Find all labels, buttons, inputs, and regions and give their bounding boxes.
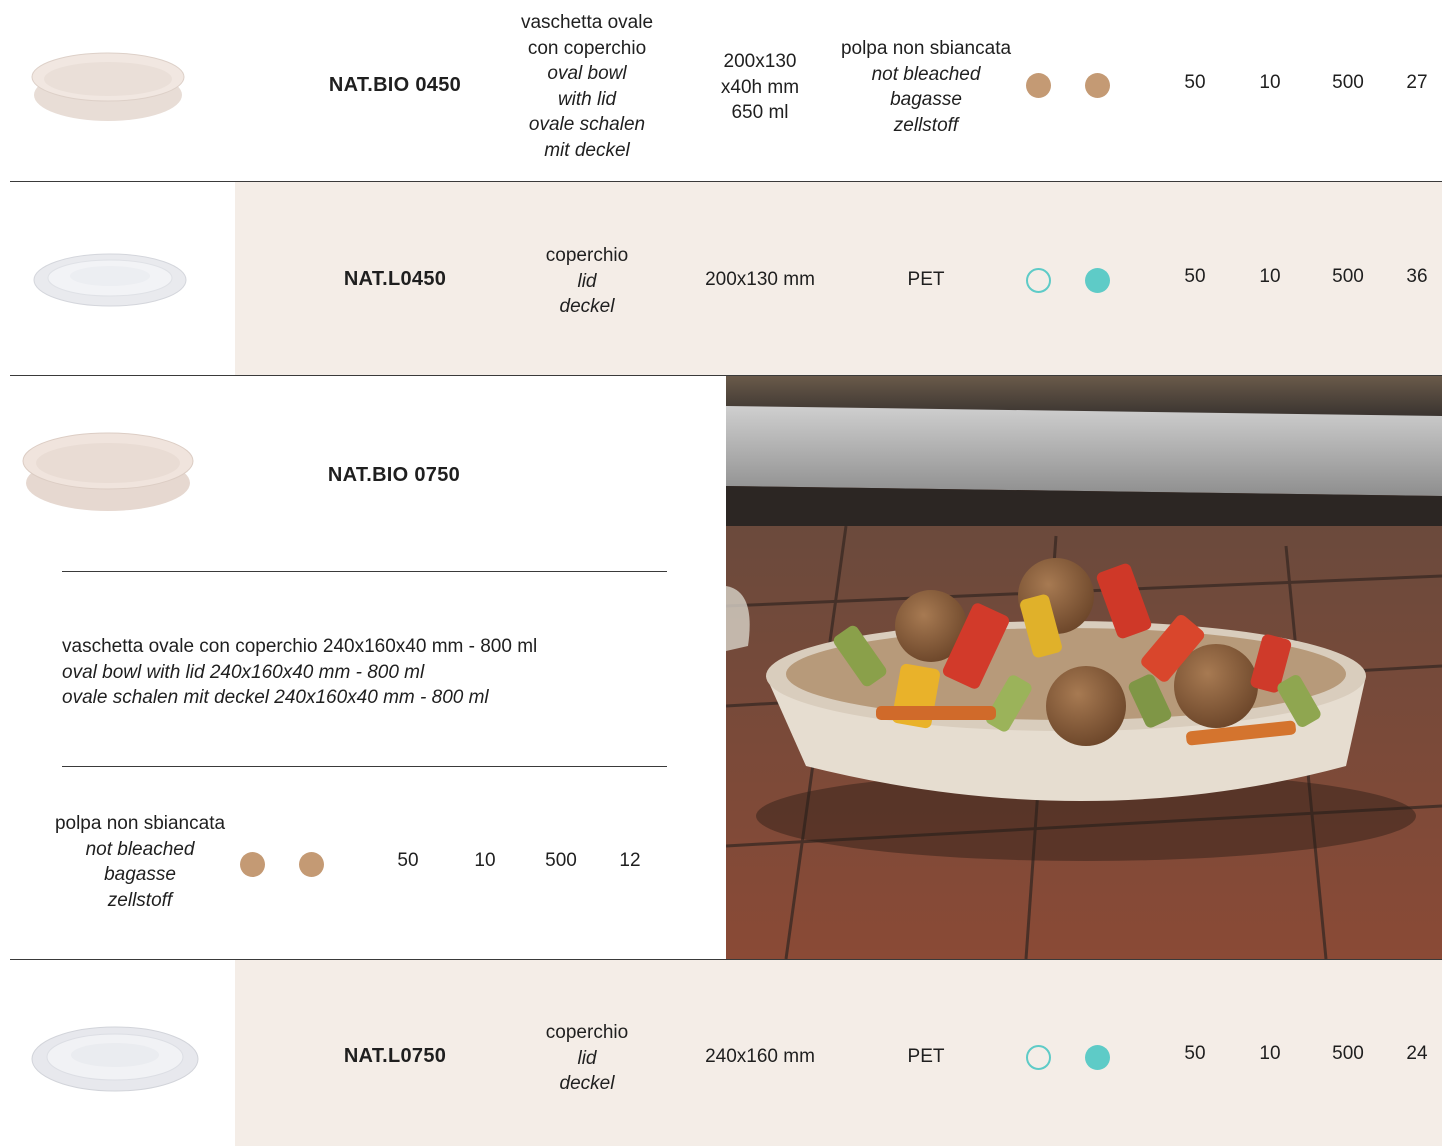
pack-quantity: 50 <box>397 850 419 871</box>
pallet-count: 24 <box>1406 1043 1428 1064</box>
pack-count: 10 <box>1259 1043 1281 1064</box>
product-code: NAT.L0450 <box>343 268 447 290</box>
product-size: 200x130 mm <box>705 269 815 290</box>
product-image-lid <box>28 1015 203 1100</box>
product-code: NAT.BIO 0450 <box>328 74 462 96</box>
brown-dot-icon <box>1085 73 1110 98</box>
divider <box>62 571 667 572</box>
teal-ring-icon <box>1026 268 1051 293</box>
pack-quantity: 50 <box>1184 1043 1206 1064</box>
divider <box>62 766 667 767</box>
product-image-lid <box>30 243 190 313</box>
product-description: coperchio lid deckel <box>545 245 629 318</box>
pack-count: 10 <box>1259 72 1281 93</box>
product-description: vaschetta ovale con coperchio 240x160x40… <box>62 636 538 709</box>
food-photo <box>726 376 1442 959</box>
pallet-count: 36 <box>1406 266 1428 287</box>
product-code: NAT.L0750 <box>343 1045 447 1067</box>
total-quantity: 500 <box>1332 266 1364 287</box>
teal-dot-icon <box>1085 1045 1110 1070</box>
teal-dot-icon <box>1085 268 1110 293</box>
pack-quantity: 50 <box>1184 266 1206 287</box>
divider <box>10 181 1442 182</box>
pack-count: 10 <box>474 850 496 871</box>
product-material: PET <box>907 269 945 290</box>
product-description: vaschetta ovale con coperchio oval bowl … <box>520 12 654 161</box>
product-material: PET <box>907 1046 945 1067</box>
product-image-bowl <box>18 425 198 515</box>
product-size: 240x160 mm <box>705 1046 815 1067</box>
total-quantity: 500 <box>1332 1043 1364 1064</box>
total-quantity: 500 <box>545 850 577 871</box>
product-material: polpa non sbiancata not bleached bagasse… <box>54 813 226 911</box>
pack-count: 10 <box>1259 266 1281 287</box>
brown-dot-icon <box>1026 73 1051 98</box>
brown-dot-icon <box>240 852 265 877</box>
product-image-bowl <box>28 45 188 125</box>
pallet-count: 27 <box>1406 72 1428 93</box>
product-code: NAT.BIO 0750 <box>327 464 461 486</box>
divider <box>10 959 1442 960</box>
total-quantity: 500 <box>1332 72 1364 93</box>
pack-quantity: 50 <box>1184 72 1206 93</box>
product-description: coperchio lid deckel <box>545 1022 629 1095</box>
product-size: 200x130 x40h mm 650 ml <box>720 51 800 124</box>
product-material: polpa non sbiancata not bleached bagasse… <box>840 38 1012 136</box>
teal-ring-icon <box>1026 1045 1051 1070</box>
brown-dot-icon <box>299 852 324 877</box>
pallet-count: 12 <box>619 850 641 871</box>
